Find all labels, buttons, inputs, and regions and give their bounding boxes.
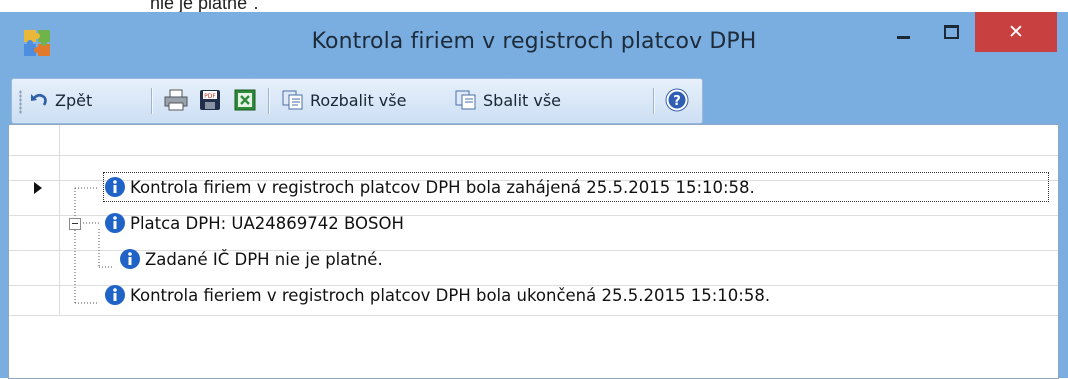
print-icon bbox=[164, 89, 188, 111]
info-icon bbox=[105, 285, 125, 305]
close-icon: ✕ bbox=[1008, 21, 1024, 43]
tree-node-label: Platca DPH: UA24869742 BOSOH bbox=[130, 213, 404, 233]
title-bar[interactable]: Kontrola firiem v registroch platcov DPH… bbox=[0, 12, 1068, 78]
help-button[interactable]: ? bbox=[665, 84, 695, 116]
toolbar-separator bbox=[151, 88, 153, 114]
export-excel-button[interactable] bbox=[234, 84, 262, 116]
collapse-all-icon bbox=[455, 89, 477, 111]
save-pdf-button[interactable]: PDF bbox=[199, 84, 227, 116]
tree-node[interactable]: Kontrola fieriem v registroch platcov DP… bbox=[104, 281, 770, 309]
toolbar-separator bbox=[653, 88, 655, 114]
minus-icon bbox=[72, 223, 78, 224]
collapse-all-button[interactable]: Sbalit vše bbox=[455, 84, 561, 116]
app-window: Kontrola firiem v registroch platcov DPH… bbox=[0, 12, 1068, 379]
info-icon bbox=[120, 249, 140, 269]
tree-node[interactable]: Platca DPH: UA24869742 BOSOH bbox=[104, 209, 404, 237]
tree-node-label: Zadané IČ DPH nie je platné. bbox=[145, 249, 383, 269]
toolbar: Zpět PDF Rozbalit vše Sbalit vše ? bbox=[11, 78, 703, 124]
tree-node-label: Kontrola fieriem v registroch platcov DP… bbox=[130, 285, 771, 305]
minimize-icon bbox=[897, 36, 910, 39]
minimize-button[interactable] bbox=[880, 12, 927, 52]
info-icon bbox=[105, 177, 125, 197]
expand-all-button[interactable]: Rozbalit vše bbox=[282, 84, 406, 116]
svg-text:?: ? bbox=[673, 94, 681, 109]
back-button[interactable]: Zpět bbox=[29, 84, 92, 116]
expand-all-icon bbox=[282, 89, 304, 111]
tree-node[interactable]: Zadané IČ DPH nie je platné. bbox=[119, 245, 383, 273]
close-button[interactable]: ✕ bbox=[975, 12, 1057, 52]
maximize-button[interactable] bbox=[928, 12, 975, 52]
result-tree-grid: Kontrola firiem v registroch platcov DPH… bbox=[8, 124, 1059, 379]
tree-node-label: Kontrola firiem v registroch platcov DPH… bbox=[130, 177, 755, 197]
help-icon: ? bbox=[665, 88, 689, 112]
excel-icon bbox=[234, 89, 256, 111]
collapse-all-label: Sbalit vše bbox=[483, 90, 562, 110]
tree-node[interactable]: Kontrola firiem v registroch platcov DPH… bbox=[103, 172, 1049, 202]
expand-all-label: Rozbalit vše bbox=[310, 90, 407, 110]
print-button[interactable] bbox=[164, 84, 194, 116]
toolbar-grip[interactable] bbox=[19, 90, 22, 114]
collapse-toggle[interactable] bbox=[69, 218, 81, 230]
svg-text:PDF: PDF bbox=[204, 93, 216, 100]
back-icon bbox=[29, 90, 49, 110]
toolbar-separator bbox=[268, 88, 270, 114]
pdf-save-icon: PDF bbox=[199, 89, 221, 111]
back-label: Zpět bbox=[55, 90, 93, 110]
maximize-icon bbox=[944, 25, 959, 39]
info-icon bbox=[105, 213, 125, 233]
